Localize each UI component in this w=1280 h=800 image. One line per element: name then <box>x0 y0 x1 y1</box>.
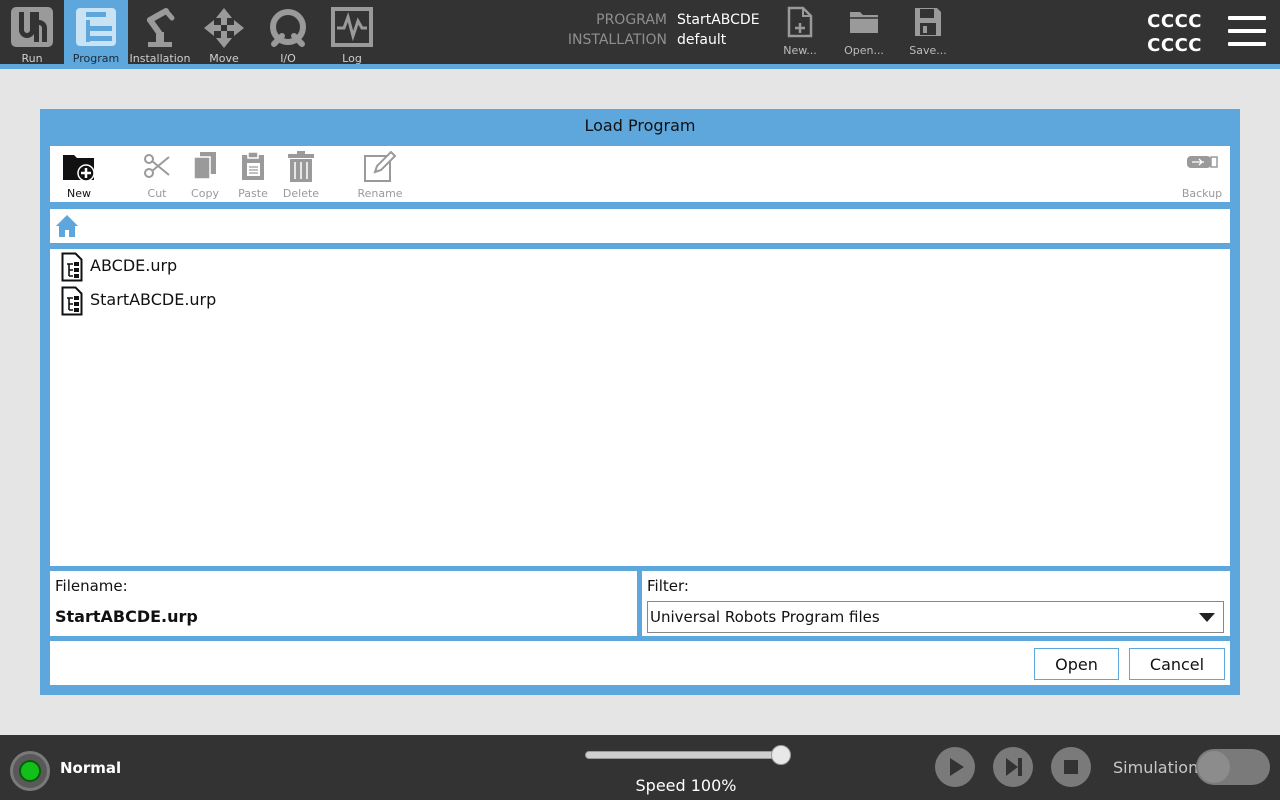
load-program-dialog: Load Program New Cut Copy Paste Delete R… <box>40 109 1240 695</box>
home-icon[interactable] <box>55 214 79 238</box>
trash-icon <box>288 151 314 182</box>
filter-select-value: Universal Robots Program files <box>650 608 880 626</box>
nav-installation-button[interactable]: Installation <box>128 0 192 65</box>
robot-arm-icon <box>147 8 175 47</box>
nav-log-button[interactable]: Log <box>320 0 384 65</box>
installation-key: INSTALLATION <box>567 32 667 48</box>
log-chart-icon <box>331 7 373 47</box>
program-value: StartABCDE <box>677 12 760 28</box>
nav-run-button[interactable]: Run <box>0 0 64 65</box>
file-name: StartABCDE.urp <box>90 290 217 309</box>
open-program-button[interactable]: Open... <box>839 6 889 62</box>
save-program-button[interactable]: Save... <box>903 6 953 62</box>
nav-program-button[interactable]: Program <box>64 0 128 65</box>
simulation-toggle-knob <box>1198 751 1230 783</box>
file-name: ABCDE.urp <box>90 256 178 275</box>
path-bar <box>50 209 1230 243</box>
rename-label: Rename <box>357 187 403 200</box>
backup-label: Backup <box>1181 187 1223 200</box>
dialog-title: Load Program <box>584 115 696 135</box>
chevron-down-icon <box>1199 613 1215 622</box>
speed-text: Speed 100% <box>635 776 737 795</box>
nav-io-button[interactable]: I/O <box>256 0 320 65</box>
program-key: PROGRAM <box>596 12 667 28</box>
new-file-icon <box>787 6 813 38</box>
user-line-2: CCCC <box>1147 35 1202 56</box>
stop-icon <box>1064 760 1078 774</box>
stop-button[interactable] <box>1051 747 1091 787</box>
rename-pencil-icon <box>364 151 397 182</box>
play-button[interactable] <box>935 747 975 787</box>
new-folder-icon <box>63 155 95 182</box>
delete-button[interactable]: Delete <box>282 146 320 202</box>
file-toolbar: New Cut Copy Paste Delete Rename Backup <box>50 146 1230 202</box>
urp-file-icon <box>61 286 83 316</box>
scissors-icon <box>144 154 170 178</box>
ur-logo-icon <box>11 7 53 47</box>
paste-button[interactable]: Paste <box>237 146 269 202</box>
move-arrows-icon <box>204 8 244 48</box>
power-button[interactable] <box>10 751 50 791</box>
simulation-toggle[interactable] <box>1196 749 1270 785</box>
open-program-label: Open... <box>844 44 884 57</box>
cancel-button[interactable]: Cancel <box>1129 648 1225 680</box>
backup-button[interactable]: Backup <box>1182 146 1222 202</box>
status-led-icon <box>19 760 41 782</box>
speed-slider-handle[interactable] <box>771 745 791 765</box>
filename-value[interactable]: StartABCDE.urp <box>55 607 198 626</box>
new-folder-label: New <box>67 187 91 200</box>
bottom-bar: Normal Speed 100% Simulation <box>0 735 1280 800</box>
robot-status: Normal <box>60 759 122 777</box>
save-program-label: Save... <box>909 44 947 57</box>
new-folder-button[interactable]: New <box>63 146 95 202</box>
paste-label: Paste <box>238 187 268 200</box>
filter-select[interactable]: Universal Robots Program files <box>647 601 1224 633</box>
new-program-button[interactable]: New... <box>775 6 825 62</box>
file-list: ABCDE.urp StartABCDE.urp <box>50 249 1230 566</box>
cut-label: Cut <box>147 187 167 200</box>
io-icon <box>270 9 306 47</box>
hamburger-menu-icon[interactable] <box>1228 16 1266 48</box>
floppy-disk-icon <box>915 8 941 36</box>
copy-icon <box>193 152 216 180</box>
top-bar: Run Program Installation Move I/O Log PR… <box>0 0 1280 65</box>
play-icon <box>950 758 964 776</box>
filter-caption: Filter: <box>647 577 689 595</box>
urp-file-icon <box>61 252 83 282</box>
step-button[interactable] <box>993 747 1033 787</box>
clipboard-icon <box>242 151 264 180</box>
file-list-item[interactable]: StartABCDE.urp <box>50 283 1230 317</box>
copy-label: Copy <box>191 187 219 200</box>
filename-panel: Filename: StartABCDE.urp <box>50 571 637 636</box>
speed-slider[interactable] <box>585 751 791 759</box>
folder-icon <box>850 12 878 33</box>
usb-drive-icon <box>1187 156 1218 168</box>
filename-caption: Filename: <box>55 577 128 595</box>
top-bar-accent-line <box>0 64 1280 69</box>
rename-button[interactable]: Rename <box>357 146 403 202</box>
copy-button[interactable]: Copy <box>189 146 221 202</box>
delete-label: Delete <box>282 187 320 200</box>
program-tree-icon <box>76 8 116 46</box>
step-forward-icon <box>1006 758 1022 776</box>
file-list-item[interactable]: ABCDE.urp <box>50 249 1230 283</box>
cut-button[interactable]: Cut <box>141 146 173 202</box>
filter-panel: Filter: Universal Robots Program files <box>642 571 1230 636</box>
nav-move-button[interactable]: Move <box>192 0 256 65</box>
dialog-button-bar: Open Cancel <box>50 641 1230 685</box>
simulation-label: Simulation <box>1113 758 1199 777</box>
open-button[interactable]: Open <box>1034 648 1119 680</box>
user-line-1: CCCC <box>1147 11 1202 32</box>
new-program-label: New... <box>783 44 817 57</box>
installation-value: default <box>677 32 727 48</box>
